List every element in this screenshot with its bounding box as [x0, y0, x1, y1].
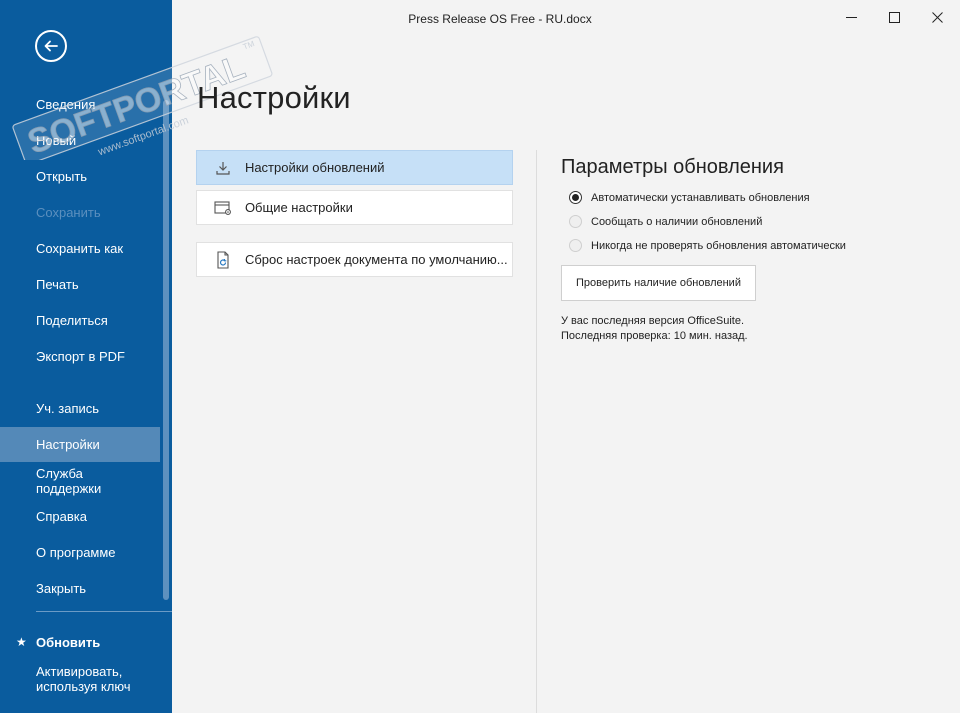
sidebar-item-support-line2: поддержки: [36, 481, 102, 496]
title-bar: Press Release OS Free - RU.docx: [172, 0, 960, 36]
sidebar-item-help[interactable]: Справка: [0, 509, 160, 524]
card-update-settings[interactable]: Настройки обновлений: [196, 150, 513, 185]
radio-auto-install[interactable]: Автоматически устанавливать обновления: [569, 191, 810, 204]
radio-notify[interactable]: Сообщать о наличии обновлений: [569, 215, 762, 228]
sidebar-item-upgrade-label: Обновить: [36, 635, 101, 650]
sidebar-item-save-as[interactable]: Сохранить как: [0, 241, 160, 256]
update-panel-title: Параметры обновления: [561, 156, 784, 178]
minimize-button[interactable]: [828, 0, 874, 34]
sidebar-scrollbar[interactable]: [163, 100, 169, 600]
minimize-icon: [845, 16, 857, 18]
sidebar-item-activate[interactable]: Активировать, используя ключ: [0, 664, 160, 694]
download-icon: [213, 158, 233, 178]
page-title: Настройки: [197, 80, 351, 115]
card-general-settings[interactable]: Общие настройки: [196, 190, 513, 225]
watermark-tm: TM: [242, 39, 256, 52]
sidebar-item-activate-line1: Активировать,: [36, 664, 123, 679]
sidebar-item-export-pdf[interactable]: Экспорт в PDF: [0, 349, 160, 364]
last-check-status: Последняя проверка: 10 мин. назад.: [561, 330, 748, 342]
sidebar-item-activate-line2: используя ключ: [36, 679, 131, 694]
radio-notify-label: Сообщать о наличии обновлений: [591, 215, 763, 228]
card-reset-document-label: Сброс настроек документа по умолчанию...: [244, 252, 508, 267]
radio-notify-control[interactable]: [569, 215, 582, 228]
sidebar-item-about[interactable]: О программе: [0, 545, 160, 560]
sidebar-item-account[interactable]: Уч. запись: [0, 401, 160, 416]
sidebar-item-support[interactable]: Служба поддержки: [0, 466, 160, 496]
panel-divider: [536, 150, 537, 713]
close-button[interactable]: [914, 0, 960, 34]
sidebar-item-close[interactable]: Закрыть: [0, 581, 160, 596]
radio-auto-install-control[interactable]: [569, 191, 582, 204]
sidebar-item-share[interactable]: Поделиться: [0, 313, 160, 328]
card-reset-document[interactable]: Сброс настроек документа по умолчанию...: [196, 242, 513, 277]
check-updates-button[interactable]: Проверить наличие обновлений: [561, 265, 756, 301]
close-icon: [931, 11, 943, 23]
radio-never-check-label: Никогда не проверять обновления автомати…: [591, 239, 846, 252]
radio-auto-install-label: Автоматически устанавливать обновления: [591, 191, 810, 204]
sidebar-item-support-line1: Служба: [36, 466, 83, 481]
arrow-left-icon: [44, 40, 58, 52]
sidebar-item-save: Сохранить: [36, 205, 101, 220]
sidebar: Сведения Новый Открыть Сохранить Сохрани…: [0, 0, 172, 713]
maximize-button[interactable]: [871, 0, 917, 34]
radio-never-check-control[interactable]: [569, 239, 582, 252]
version-status: У вас последняя версия OfficeSuite.: [561, 315, 745, 327]
window-gear-icon: [213, 198, 233, 218]
card-general-settings-label: Общие настройки: [244, 200, 353, 215]
sidebar-item-upgrade[interactable]: ★ Обновить: [0, 635, 160, 650]
document-reset-icon: [213, 250, 233, 270]
sidebar-item-print[interactable]: Печать: [0, 277, 160, 292]
sidebar-item-info[interactable]: Сведения: [0, 97, 160, 112]
window-title: Press Release OS Free - RU.docx: [408, 12, 592, 26]
maximize-icon: [888, 11, 900, 23]
sidebar-item-open[interactable]: Открыть: [0, 169, 160, 184]
sidebar-item-settings[interactable]: Настройки: [0, 427, 160, 462]
back-button[interactable]: [35, 30, 67, 62]
radio-never-check[interactable]: Никогда не проверять обновления автомати…: [569, 239, 846, 252]
sidebar-divider: [36, 611, 172, 612]
sidebar-item-new[interactable]: Новый: [0, 133, 160, 148]
star-icon: ★: [16, 635, 27, 649]
card-update-settings-label: Настройки обновлений: [244, 160, 385, 175]
